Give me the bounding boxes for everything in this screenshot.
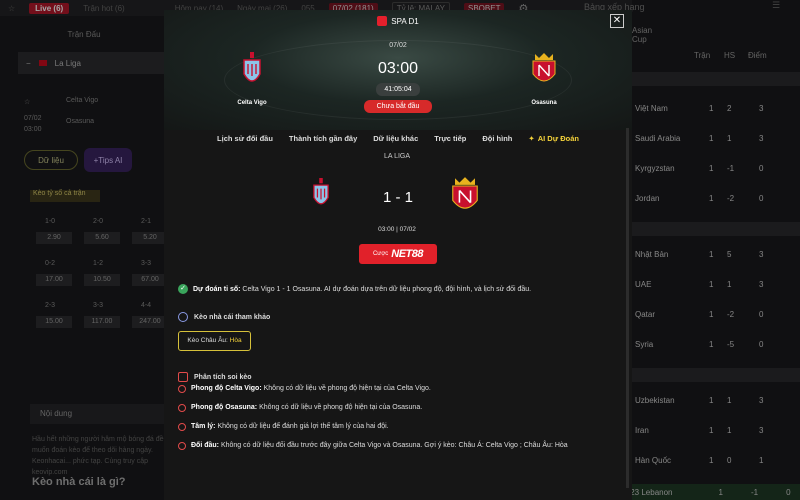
gear-bullet-icon [178,404,186,412]
analysis-title: Phân tích soi kèo [178,372,252,382]
reference-title-text: Kèo nhà cái tham khảo [194,313,271,321]
close-button[interactable]: ✕ [610,14,624,28]
tab-doi-hinh[interactable]: Đội hình [482,134,512,148]
league-code: SPA D1 [391,16,419,26]
modal-tabs: Lịch sử đối đầu Thành tích gần đây Dữ li… [164,134,632,148]
countdown-timer: 41:05:04 [376,83,420,96]
analysis-item: Phong độ Celta Vigo: Không có dữ liệu về… [178,384,618,394]
analysis-label: Đối đầu: [191,442,219,449]
prediction-label: Dự đoán tỉ số: [193,285,241,293]
analysis-icon [178,372,188,382]
laliga-logo-icon [377,16,388,26]
prediction-text: Celta Vigo 1 - 1 Osasuna. AI dự đoán dựa… [242,285,532,293]
analysis-item: Đối đầu: Không có dữ liệu đối đầu trước … [178,441,618,451]
gear-bullet-icon [178,442,186,450]
prediction: ✓ Dự đoán tỉ số: Celta Vigo 1 - 1 Osasun… [178,284,618,294]
tab-ai-du-doan[interactable]: ✦ AI Dự Đoán [528,134,579,148]
tab-thanh-tich-gan-day[interactable]: Thành tích gần đây [289,134,357,148]
close-icon: ✕ [612,15,622,26]
modal-scrollbar[interactable] [626,128,629,488]
bet-prefix: Cược [372,251,389,257]
section-league: LA LIGA [383,153,411,160]
analysis-label: Phong độ Celta Vigo: [191,385,262,392]
status-badge: Chưa bắt đầu [364,100,432,113]
away-team-name: Osasuna [531,100,557,106]
chau-au-badge: Kèo Châu Âu: Hòa [178,331,251,351]
home-team-name: Celta Vigo [237,100,267,106]
ai-sparkle-icon: ✦ [528,134,535,143]
tab-lich-su-doi-dau[interactable]: Lịch sử đối đầu [217,134,273,148]
reference-icon [178,312,188,322]
analysis-label: Tâm lý: [191,423,216,430]
predicted-score: 1 - 1 [382,189,413,206]
analysis-item: Tâm lý: Không có dữ liệu để đánh giá lợi… [178,422,618,432]
analysis-text: Không có dữ liệu về phong độ hiện tại củ… [259,404,423,411]
analysis-title-text: Phân tích soi kèo [194,373,252,381]
gear-bullet-icon [178,423,186,431]
analysis-item: Phong độ Osasuna: Không có dữ liệu về ph… [178,403,618,413]
league-badge: SPA D1 [164,16,632,26]
check-icon: ✓ [178,284,188,294]
match-time: 03:00 [377,60,419,77]
match-modal: SPA D1 ✕ Celta Vigo Osasuna 07/02 03:00 … [164,10,632,500]
osasuna-crest-icon [452,177,478,209]
kickoff-info: 03:00 | 07/02 [378,226,416,233]
reference-odds-title: Kèo nhà cái tham khảo [178,312,270,322]
analysis-label: Phong độ Osasuna: [191,404,258,411]
bet-brand: NET88 [391,248,424,260]
analysis-text: Không có dữ liệu về phong độ hiện tại củ… [263,385,431,392]
analysis-text: Không có dữ liệu để đánh giá lợi thế tâm… [217,423,389,430]
tab-truc-tiep[interactable]: Trực tiếp [434,134,466,148]
tab-ai-label: AI Dự Đoán [537,134,579,143]
analysis-text: Không có dữ liệu đối đầu trước đây giữa … [220,442,568,449]
tab-du-lieu-khac[interactable]: Dữ liệu khác [373,134,418,148]
gear-bullet-icon [178,385,186,393]
chau-au-label: Kèo Châu Âu: [187,337,228,344]
bet-net88-button[interactable]: Cược NET88 [359,244,437,264]
match-date: 07/02 [389,42,407,49]
chau-au-value: Hòa [229,337,242,344]
